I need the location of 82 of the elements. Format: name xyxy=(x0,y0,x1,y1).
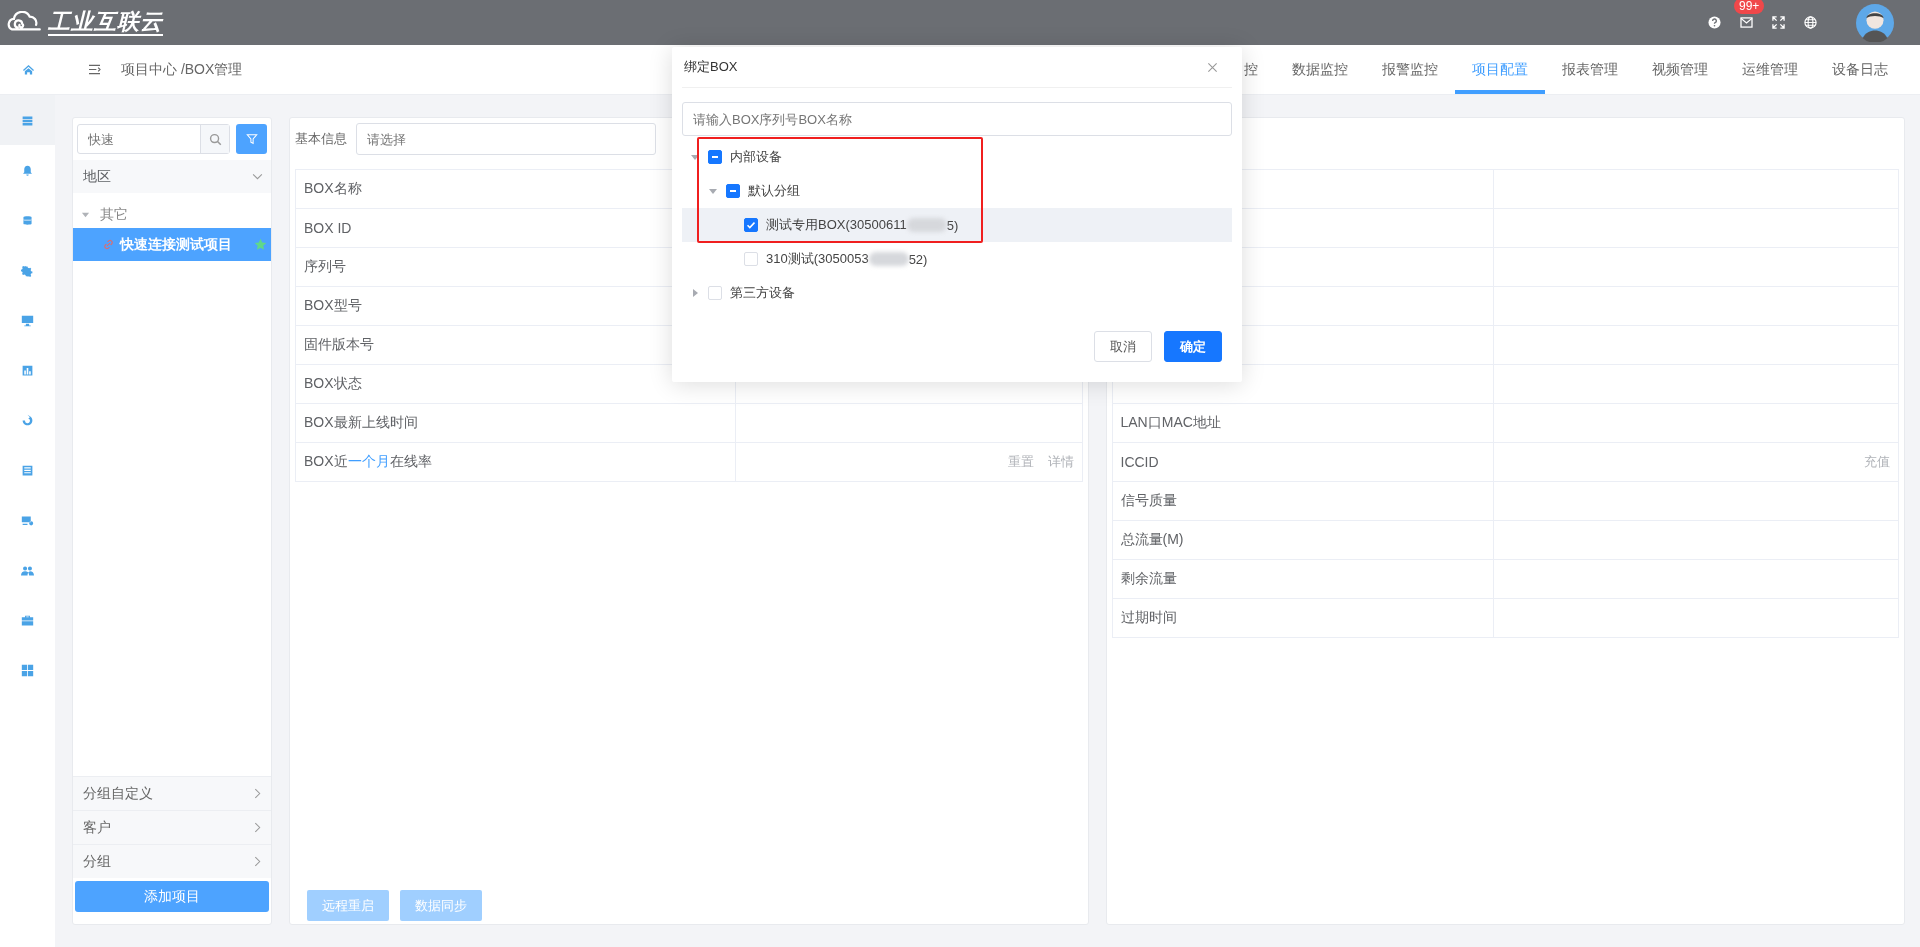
monitor-icon xyxy=(21,313,34,327)
tree-label: 5) xyxy=(946,217,959,233)
row-label: BOX型号 xyxy=(304,297,362,315)
tree-label: 第三方设备 xyxy=(730,284,795,302)
avatar[interactable] xyxy=(1856,3,1894,42)
chevron-right-icon xyxy=(254,788,261,799)
row-label: 总流量(M) xyxy=(1120,531,1184,549)
tree-group[interactable]: 其它 xyxy=(73,201,271,228)
row-label: BOX ID xyxy=(304,220,352,236)
section-label: 基本信息 xyxy=(295,130,347,148)
row-label: ICCID xyxy=(1120,454,1159,470)
nav-tab[interactable]: 运维管理 xyxy=(1725,45,1815,94)
star-icon[interactable] xyxy=(254,238,267,251)
tree-row[interactable]: 测试专用BOX(30500611 5) xyxy=(682,208,1232,242)
close-icon[interactable] xyxy=(1207,61,1218,73)
fullscreen-icon[interactable] xyxy=(1772,16,1785,29)
row-label: 剩余流量 xyxy=(1120,570,1177,588)
tree-row[interactable]: 第三方设备 xyxy=(682,276,1232,310)
region-label: 地区 xyxy=(83,167,111,186)
breadcrumb: 项目中心 /BOX管理 xyxy=(121,60,243,79)
nav-tab[interactable]: 视频管理 xyxy=(1635,45,1725,94)
row-label: BOX名称 xyxy=(304,180,362,198)
rail-item[interactable] xyxy=(0,95,55,145)
group-row[interactable]: 客户 xyxy=(73,810,271,844)
chevron-down-icon xyxy=(252,173,263,180)
bell-icon xyxy=(21,163,34,177)
database-icon xyxy=(21,213,34,227)
confirm-button[interactable]: 确定 xyxy=(1164,331,1222,362)
help-icon[interactable] xyxy=(1708,16,1721,29)
tree-row[interactable]: 310测试(3050053 52) xyxy=(682,242,1232,276)
nav-tab[interactable]: 报警监控 xyxy=(1365,45,1455,94)
tree-label: 内部设备 xyxy=(730,148,782,166)
gear-icon xyxy=(21,263,34,277)
tree-label: 310测试(3050053 xyxy=(766,250,869,268)
row-label: BOX状态 xyxy=(304,375,362,393)
search-field[interactable]: 请输入BOX序列号BOX名称 xyxy=(682,102,1232,136)
menu-icon[interactable] xyxy=(88,64,101,75)
link-icon xyxy=(103,239,114,250)
row-label: 序列号 xyxy=(304,258,346,276)
nav-tab[interactable]: 报表管理 xyxy=(1545,45,1635,94)
briefcase-icon xyxy=(21,613,34,627)
caret-icon[interactable] xyxy=(81,210,90,219)
filter-button[interactable] xyxy=(236,124,267,154)
chevron-right-icon xyxy=(254,856,261,867)
row-label: 信号质量 xyxy=(1120,492,1177,510)
search-input[interactable]: 快速 xyxy=(78,125,200,153)
notification-badge: 99+ xyxy=(1734,0,1765,14)
caret-icon[interactable] xyxy=(690,288,700,298)
dialog-title: 绑定BOX xyxy=(684,58,738,76)
globe-icon[interactable] xyxy=(1804,16,1817,29)
region-header[interactable]: 地区 xyxy=(73,160,271,193)
search-field[interactable]: 快速 xyxy=(77,124,230,154)
row-label: 固件版本号 xyxy=(304,336,374,354)
mail-icon[interactable] xyxy=(1740,17,1753,28)
nav-tab[interactable]: 设备日志 xyxy=(1815,45,1905,94)
select-field[interactable]: 请选择 xyxy=(356,123,656,155)
recycle-icon xyxy=(21,413,34,427)
group-row[interactable]: 分组自定义 xyxy=(73,776,271,810)
logo-text: 工业互联云 xyxy=(48,9,163,36)
nav-tab[interactable]: 数据监控 xyxy=(1275,45,1365,94)
group-row[interactable]: 分组 xyxy=(73,844,271,878)
list-icon xyxy=(21,463,34,477)
tree-row[interactable]: 内部设备 xyxy=(682,140,1232,174)
stack-icon xyxy=(21,113,34,127)
row-label: BOX最新上线时间 xyxy=(304,414,418,432)
tree-label: 52) xyxy=(908,251,928,267)
search-icon[interactable] xyxy=(208,132,222,146)
filter-icon xyxy=(245,133,258,145)
screen-gear-icon xyxy=(21,513,34,527)
chevron-right-icon xyxy=(254,822,261,833)
tree-label: 测试专用BOX(30500611 xyxy=(766,216,907,234)
row-label: LAN口MAC地址 xyxy=(1120,414,1221,432)
cancel-button[interactable]: 取消 xyxy=(1094,331,1152,362)
bar-chart-icon xyxy=(21,363,34,377)
home-icon[interactable] xyxy=(22,64,35,75)
tree-row[interactable]: 默认分组 xyxy=(682,174,1232,208)
row-label: 过期时间 xyxy=(1120,609,1177,627)
caret-icon[interactable] xyxy=(708,186,718,196)
row-label: BOX近一个月 在线率 xyxy=(304,453,432,471)
caret-icon[interactable] xyxy=(690,152,700,162)
tree-label: 默认分组 xyxy=(748,182,800,200)
grid-icon xyxy=(21,663,34,677)
